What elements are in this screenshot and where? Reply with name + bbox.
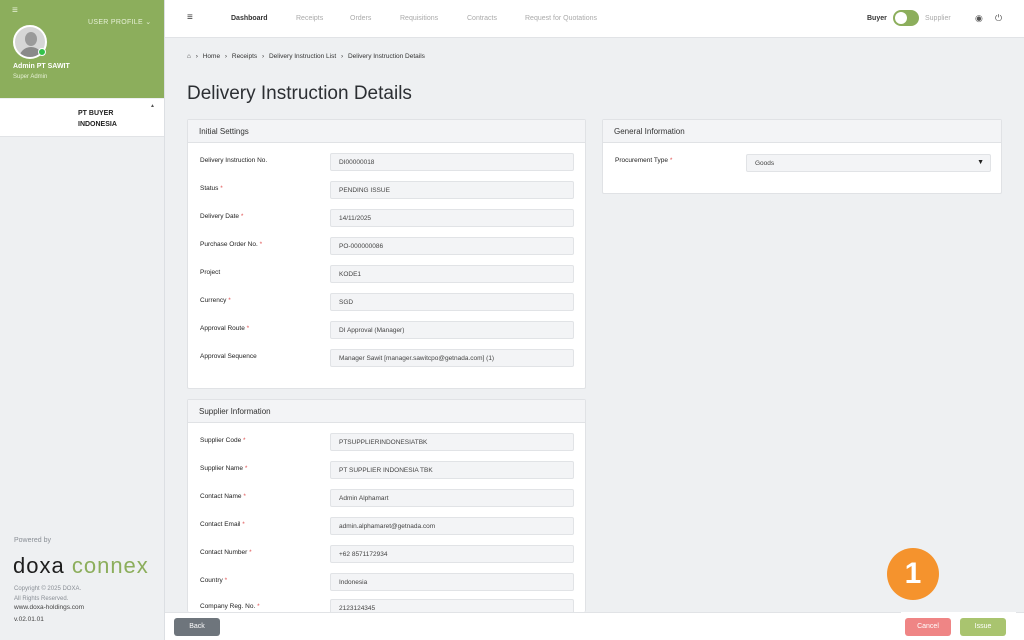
globe-icon[interactable]: ◉ <box>975 13 983 24</box>
bottom-action-bar: Back Cancel Issue <box>165 612 1024 640</box>
nav-dashboard[interactable]: Dashboard <box>231 15 268 22</box>
procurement-type-select[interactable]: Goods ▼ <box>746 154 991 172</box>
supplier-information-card: Supplier Information Supplier Code * PTS… <box>187 399 586 617</box>
initial-settings-title: Initial Settings <box>188 120 585 143</box>
sidebar-menu-icon[interactable]: ≡ <box>12 5 18 16</box>
hamburger-menu-icon[interactable]: ≡ <box>187 12 193 23</box>
nav-contracts[interactable]: Contracts <box>467 15 497 22</box>
supplier-label: Supplier <box>925 15 951 22</box>
website-link[interactable]: www.doxa-holdings.com <box>14 604 84 611</box>
country-input[interactable]: Indonesia <box>330 573 574 591</box>
sidebar: ≡ USER PROFILE ⌄ Admin PT SAWIT Super Ad… <box>0 0 165 640</box>
back-button[interactable]: Back <box>174 618 220 636</box>
online-status-icon <box>38 48 46 56</box>
delivery-date-input[interactable]: 14/11/2025 <box>330 209 574 227</box>
user-name: Admin PT SAWIT <box>13 63 70 70</box>
page-title: Delivery Instruction Details <box>187 83 412 104</box>
power-icon[interactable]: ⏻ <box>995 13 1002 24</box>
user-role: Super Admin <box>13 74 48 80</box>
status-input[interactable]: PENDING ISSUE <box>330 181 574 199</box>
copyright-text: Copyright © 2025 DOXA. All Rights Reserv… <box>14 586 82 602</box>
procurement-type-label: Procurement Type * <box>615 157 673 164</box>
supplier-name-input[interactable]: PT SUPPLIER INDONESIA TBK <box>330 461 574 479</box>
general-information-card: General Information Procurement Type * G… <box>602 119 1002 194</box>
buyer-label: Buyer <box>867 15 887 22</box>
currency-input[interactable]: SGD <box>330 293 574 311</box>
annotation-highlight-box <box>901 612 1016 639</box>
chevron-up-icon: ▲ <box>150 103 155 109</box>
company-name: PT BUYER INDONESIA <box>78 110 117 128</box>
approval-sequence-input[interactable]: Manager Sawit [manager.sawitcpo@getnada.… <box>330 349 574 367</box>
supplier-information-title: Supplier Information <box>188 400 585 423</box>
sidebar-profile-header: ≡ USER PROFILE ⌄ Admin PT SAWIT Super Ad… <box>0 0 164 98</box>
top-navbar: ≡ Dashboard Receipts Orders Requisitions… <box>165 0 1024 38</box>
purchase-order-no-input[interactable]: PO-000000086 <box>330 237 574 255</box>
powered-by-label: Powered by <box>14 537 51 544</box>
contact-name-input[interactable]: Admin Alphamart <box>330 489 574 507</box>
company-selector[interactable]: PT BUYER INDONESIA ▲ <box>0 99 164 137</box>
user-profile-dropdown[interactable]: USER PROFILE ⌄ <box>88 18 151 26</box>
buyer-supplier-toggle[interactable] <box>893 10 919 26</box>
breadcrumb-current: Delivery Instruction Details <box>347 53 425 60</box>
breadcrumb-home[interactable]: Home <box>203 53 220 60</box>
project-input[interactable]: KODE1 <box>330 265 574 283</box>
delivery-instruction-no-input[interactable]: DI00000018 <box>330 153 574 171</box>
breadcrumb-receipts[interactable]: Receipts <box>232 53 257 60</box>
initial-settings-card: Initial Settings Delivery Instruction No… <box>187 119 586 389</box>
contact-number-input[interactable]: +62 8571172934 <box>330 545 574 563</box>
supplier-code-input[interactable]: PTSUPPLIERINDONESIATBK <box>330 433 574 451</box>
breadcrumb-delivery-instruction-list[interactable]: Delivery Instruction List <box>269 53 336 60</box>
caret-down-icon: ▼ <box>977 159 984 166</box>
nav-request-for-quotations[interactable]: Request for Quotations <box>525 15 597 22</box>
general-information-title: General Information <box>603 120 1001 143</box>
doxa-connex-logo: doxa connex <box>13 553 149 578</box>
version-label: v.02.01.01 <box>14 616 44 623</box>
annotation-step-badge: 1 <box>887 548 939 600</box>
nav-orders[interactable]: Orders <box>350 15 371 22</box>
nav-receipts[interactable]: Receipts <box>296 15 323 22</box>
breadcrumb: ⌂ › Home › Receipts › Delivery Instructi… <box>187 53 425 60</box>
nav-requisitions[interactable]: Requisitions <box>400 15 438 22</box>
home-icon[interactable]: ⌂ <box>187 53 191 60</box>
contact-email-input[interactable]: admin.alphamaret@getnada.com <box>330 517 574 535</box>
approval-route-input[interactable]: DI Approval (Manager) <box>330 321 574 339</box>
